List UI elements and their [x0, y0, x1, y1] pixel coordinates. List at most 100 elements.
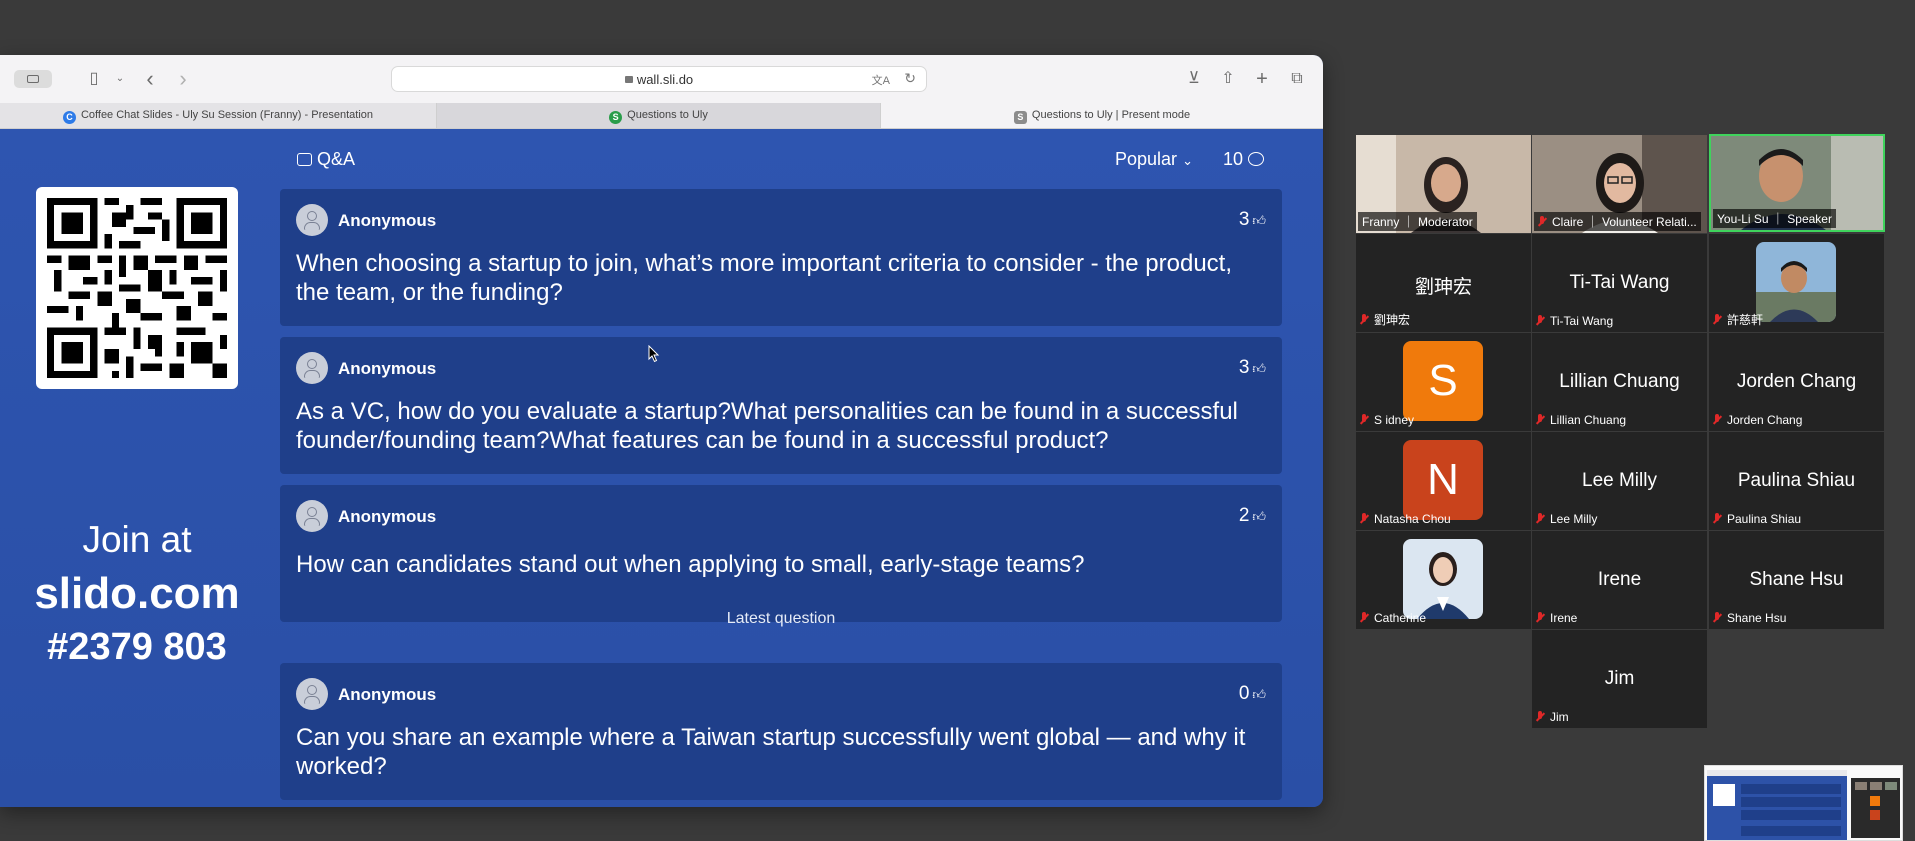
- participant-label: 劉珅宏: [1360, 311, 1410, 328]
- participant-display-name: Shane Hsu: [1749, 569, 1844, 590]
- tab-label: Questions to Uly: [627, 109, 708, 121]
- chevron-down-icon: ⌄: [1182, 153, 1193, 168]
- forward-icon[interactable]: ›: [173, 67, 193, 91]
- chevron-down-icon[interactable]: ⌄: [114, 67, 126, 91]
- participant-name: Paulina Shiau: [1727, 512, 1802, 526]
- url-text: wall.sli.do: [636, 72, 694, 87]
- tab-label: Coffee Chat Slides - Uly Su Session (Fra…: [80, 109, 374, 121]
- thumbs-up-icon: 👍︎: [1252, 509, 1266, 524]
- tab-questions-to-uly[interactable]: S Questions to Uly: [437, 103, 881, 128]
- participant-label: Paulina Shiau: [1713, 512, 1801, 526]
- question-card[interactable]: Anonymous 0 👍︎ Can you share an example w…: [280, 663, 1282, 800]
- participant-label: Jorden Chang: [1713, 413, 1802, 427]
- event-code: #2379 803: [47, 626, 227, 668]
- like-button[interactable]: 2 👍︎: [1239, 505, 1266, 527]
- question-text: When choosing a startup to join, what’s …: [296, 250, 1233, 306]
- screen-share-thumbnail[interactable]: [1704, 765, 1903, 841]
- tab-present-mode[interactable]: S Questions to Uly | Present mode: [881, 103, 1323, 128]
- qr-code: [36, 187, 238, 389]
- muted-mic-icon: [1360, 612, 1368, 623]
- question-author: Anonymous: [338, 507, 437, 526]
- participant-tile[interactable]: Lee Milly Lee Milly: [1532, 432, 1707, 530]
- tabs-icon[interactable]: ⧉: [1287, 67, 1307, 91]
- participant-tile[interactable]: N Natasha Chou: [1356, 432, 1531, 530]
- back-icon[interactable]: ‹: [140, 67, 160, 91]
- question-text: Can you share an example where a Taiwan …: [296, 724, 1246, 780]
- participant-tile[interactable]: Irene Irene: [1532, 531, 1707, 629]
- participant-display-name: Jorden Chang: [1736, 371, 1857, 392]
- thumbs-up-icon: 👍︎: [1252, 213, 1266, 228]
- muted-mic-icon: [1536, 513, 1544, 524]
- participant-tile[interactable]: 許慈軒: [1709, 234, 1884, 332]
- mouse-cursor-icon: [648, 345, 660, 363]
- video-tile-active-speaker[interactable]: You-Li Su ｜ Speaker: [1709, 134, 1885, 232]
- participant-label: 許慈軒: [1713, 311, 1763, 328]
- like-button[interactable]: 3 👍︎: [1239, 357, 1266, 379]
- avatar-letter: S: [1403, 341, 1483, 421]
- lock-icon: [624, 76, 633, 83]
- participant-display-name: Jim: [1604, 668, 1635, 689]
- profile-photo: [1756, 242, 1836, 322]
- qa-title-text: Q&A: [317, 149, 356, 169]
- participant-name: Catherine: [1374, 611, 1427, 625]
- thumbs-up-icon: 👍︎: [1252, 687, 1266, 702]
- participant-tile[interactable]: 劉珅宏 劉珅宏: [1356, 234, 1531, 332]
- slido-favicon-icon: S: [609, 111, 623, 124]
- participant-label: Irene: [1536, 611, 1577, 625]
- like-button[interactable]: 0 👍︎: [1239, 683, 1266, 705]
- participant-label: Lillian Chuang: [1536, 413, 1626, 427]
- participant-tile[interactable]: Ti-Tai Wang Ti-Tai Wang: [1532, 234, 1707, 332]
- like-button[interactable]: 3 👍︎: [1239, 209, 1266, 231]
- muted-mic-icon: [1360, 414, 1368, 425]
- muted-mic-icon: [1538, 216, 1546, 227]
- avatar-icon: [296, 352, 328, 384]
- participant-name: 劉珅宏: [1374, 313, 1411, 327]
- question-card[interactable]: Anonymous 3 👍︎ As a VC, how do you evalua…: [280, 337, 1282, 474]
- participant-name: 許慈軒: [1727, 313, 1764, 327]
- address-bar[interactable]: wall.sli.do 文A ↻: [391, 66, 927, 92]
- translate-icon[interactable]: 文A: [872, 72, 890, 88]
- participant-tile[interactable]: Catherine: [1356, 531, 1531, 629]
- participant-tile[interactable]: S S idney: [1356, 333, 1531, 431]
- question-author: Anonymous: [338, 211, 437, 230]
- participant-name: S idney: [1374, 413, 1415, 427]
- new-tab-icon[interactable]: +: [1252, 67, 1272, 91]
- download-icon[interactable]: ⊻: [1184, 67, 1204, 91]
- participant-name: Jorden Chang: [1727, 413, 1803, 427]
- muted-mic-icon: [1360, 314, 1368, 325]
- participant-tile[interactable]: Shane Hsu Shane Hsu: [1709, 531, 1884, 629]
- muted-mic-icon: [1713, 314, 1721, 325]
- participant-tile[interactable]: Jorden Chang Jorden Chang: [1709, 333, 1884, 431]
- participant-tile[interactable]: Paulina Shiau Paulina Shiau: [1709, 432, 1884, 530]
- participant-label: Franny ｜ Moderator: [1358, 212, 1477, 231]
- question-card[interactable]: Anonymous 3 👍︎ When choosing a startup to…: [280, 189, 1282, 326]
- participant-label: Jim: [1536, 710, 1569, 724]
- participant-name: Lee Milly: [1550, 512, 1598, 526]
- reload-icon[interactable]: ↻: [904, 70, 916, 87]
- avatar-icon: [296, 204, 328, 236]
- muted-mic-icon: [1536, 711, 1544, 722]
- browser-window: ▯ ⌄ ‹ › wall.sli.do 文A ↻ ⊻ ⇧ + ⧉ C Coffee…: [0, 55, 1323, 807]
- share-icon[interactable]: ⇧: [1218, 67, 1238, 91]
- participant-tile[interactable]: Jim Jim: [1532, 630, 1707, 728]
- latest-question-label: Latest question: [726, 610, 836, 627]
- tab-coffee-chat-slides[interactable]: C Coffee Chat Slides - Uly Su Session (Fr…: [0, 103, 437, 128]
- join-at-text: Join at: [82, 519, 192, 560]
- participant-name: Ti-Tai Wang: [1550, 314, 1614, 328]
- participant-display-name: Irene: [1597, 569, 1642, 590]
- muted-mic-icon: [1360, 513, 1368, 524]
- participant-tile[interactable]: Lillian Chuang Lillian Chuang: [1532, 333, 1707, 431]
- browser-toolbar: ▯ ⌄ ‹ › wall.sli.do 文A ↻ ⊻ ⇧ + ⧉: [0, 55, 1323, 104]
- participant-label: Lee Milly: [1536, 512, 1597, 526]
- qa-icon: [297, 153, 312, 166]
- sort-dropdown[interactable]: Popular ⌄: [1115, 149, 1193, 170]
- sidebar-icon[interactable]: ▯: [84, 67, 104, 91]
- slido-present-mode: Join at slido.com #2379 803 Q&A Popular …: [0, 129, 1323, 807]
- video-tile-claire[interactable]: Claire ｜ Volunteer Relati...: [1532, 135, 1707, 233]
- sort-label: Popular: [1115, 149, 1178, 169]
- question-card[interactable]: Anonymous 2 👍︎ How can candidates stand o…: [280, 485, 1282, 622]
- avatar-letter: N: [1403, 440, 1483, 520]
- video-tile-franny[interactable]: Franny ｜ Moderator: [1356, 135, 1531, 233]
- tab-overview-icon[interactable]: [14, 70, 52, 88]
- question-text: As a VC, how do you evaluate a startup?W…: [296, 398, 1238, 454]
